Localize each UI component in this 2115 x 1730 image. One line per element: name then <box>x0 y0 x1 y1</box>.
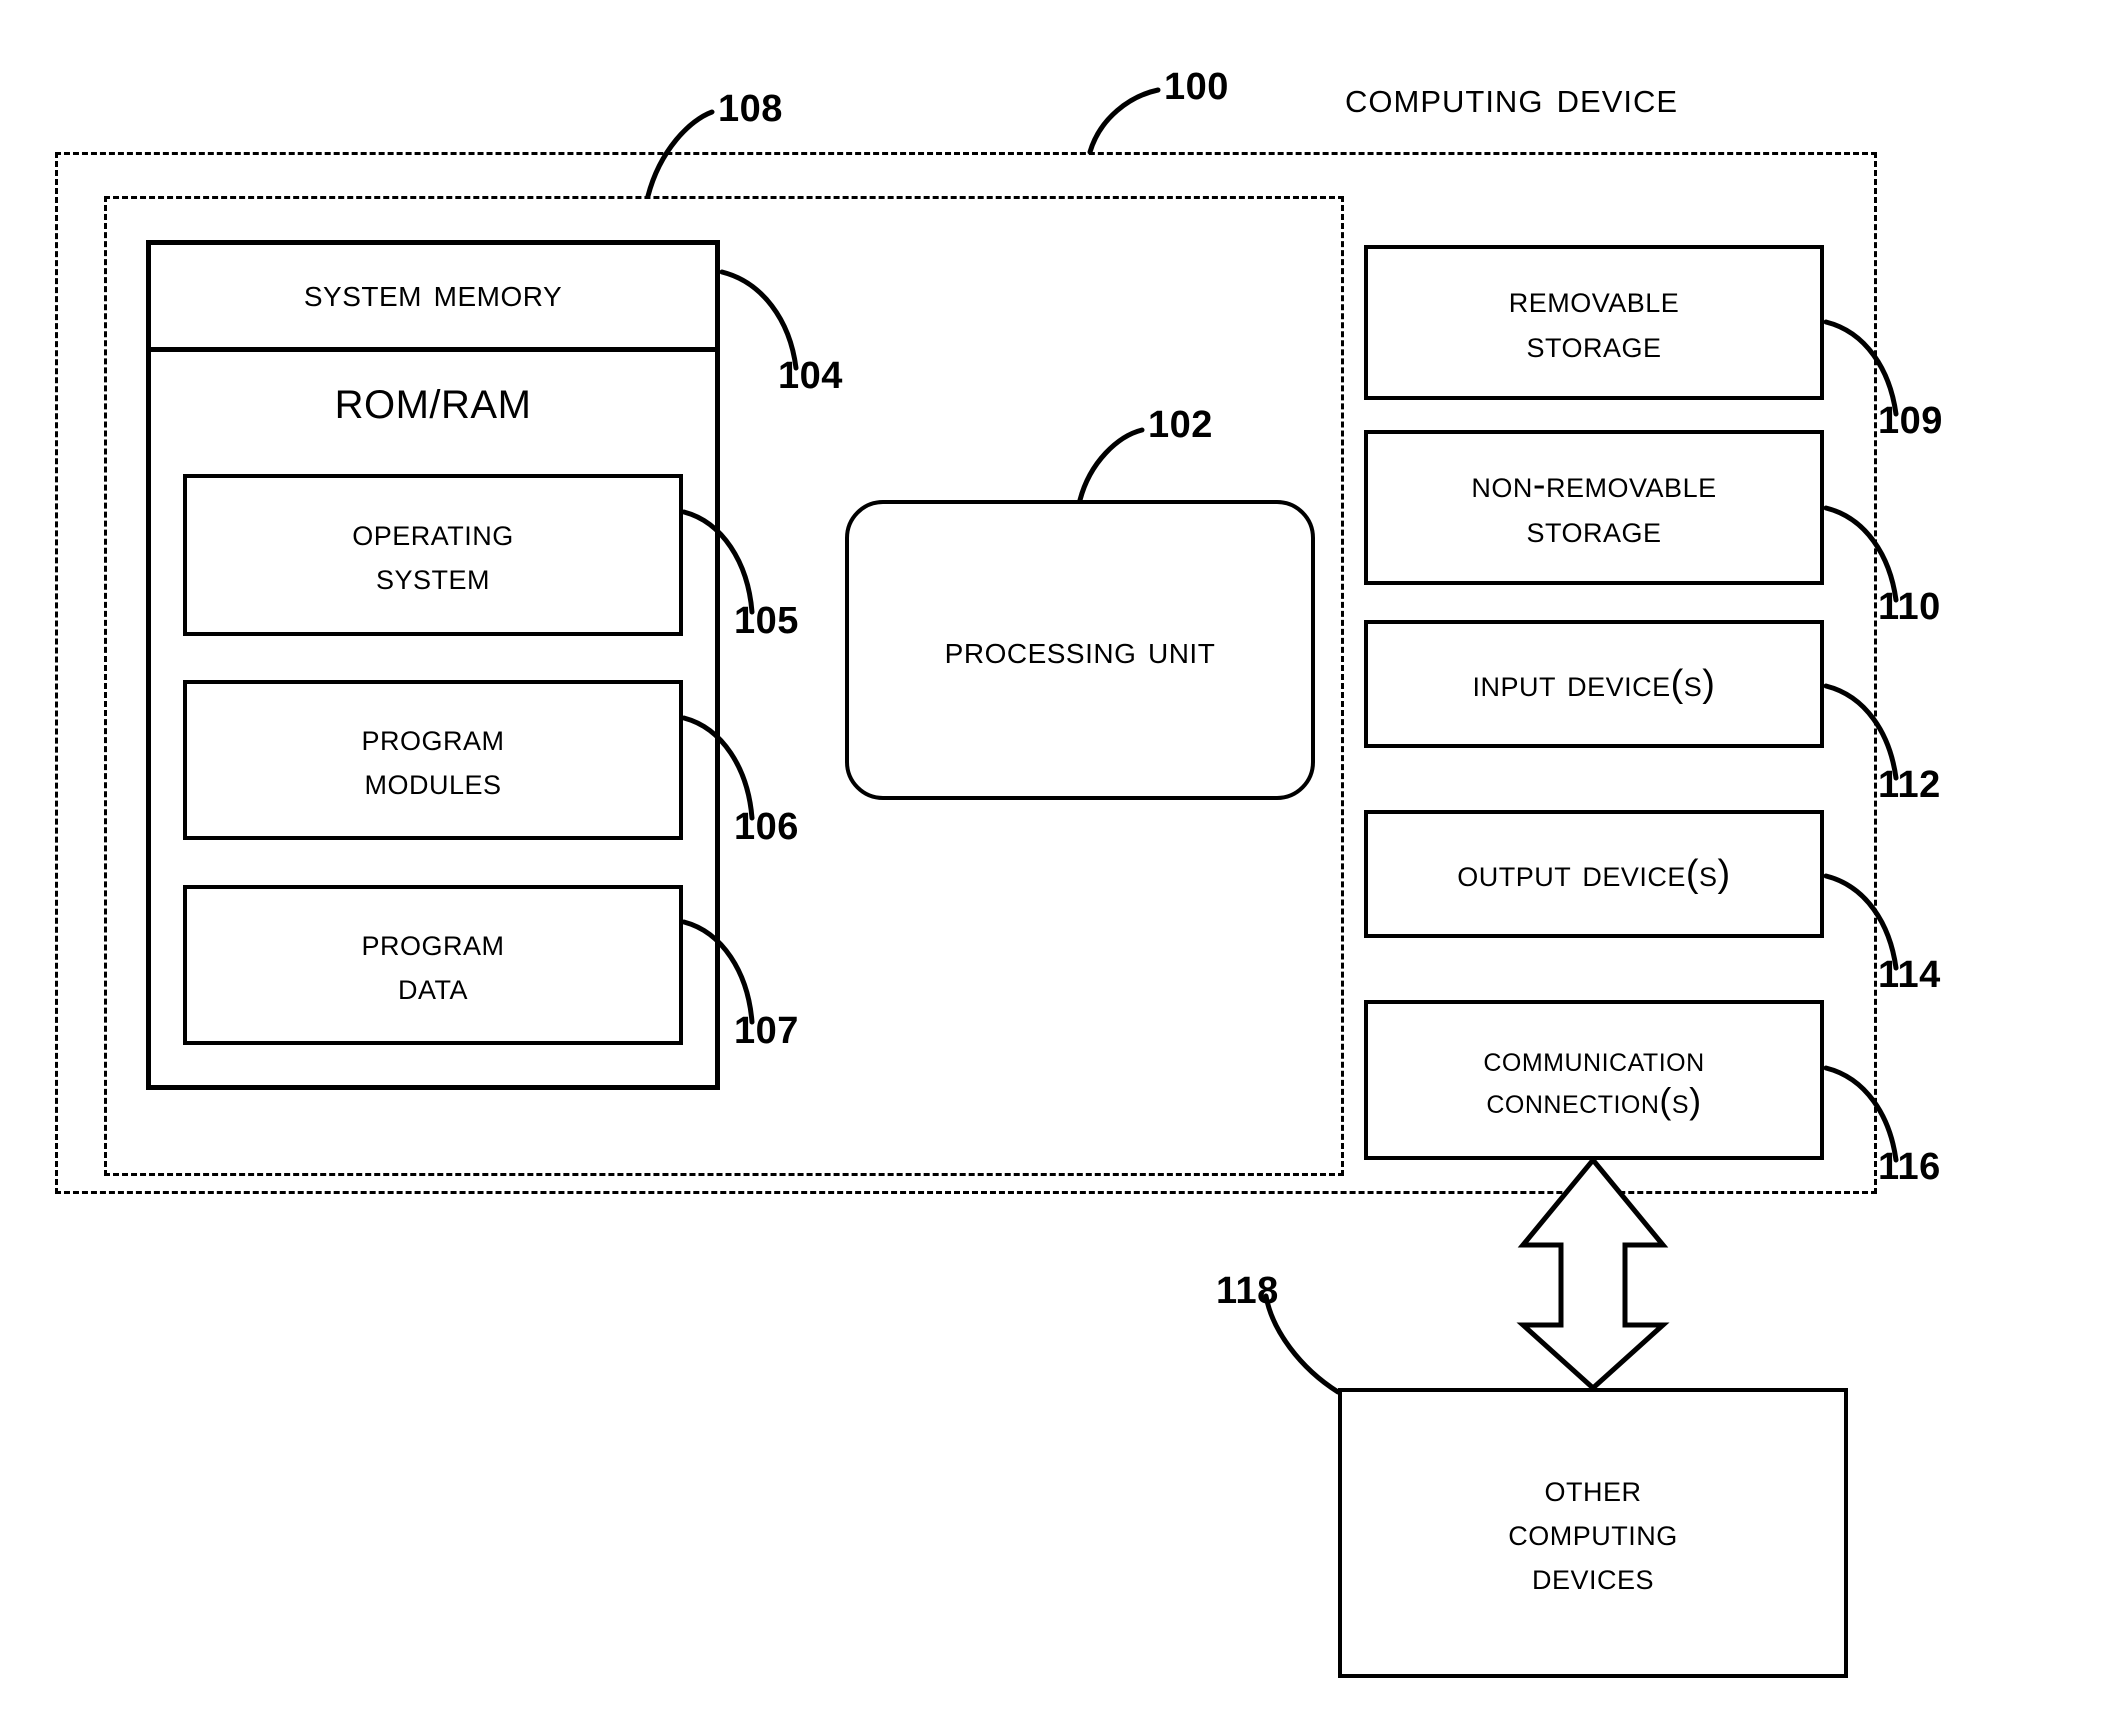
program-modules-label-line2: Modules <box>364 761 502 803</box>
other-computing-devices-label: Other Computing Devices <box>1508 1467 1678 1599</box>
other-computing-devices-label-line2: Computing <box>1508 1511 1678 1554</box>
other-computing-devices-label-line3: Devices <box>1531 1556 1655 1599</box>
ref-112: 112 <box>1878 764 1941 806</box>
program-data-label-line1: Program <box>361 921 505 964</box>
processing-unit-box: Processing Unit <box>845 500 1315 800</box>
rom-ram-region: ROM/RAM <box>146 360 720 450</box>
ref-104: 104 <box>778 355 843 397</box>
operating-system-box: Operating System <box>183 474 683 636</box>
operating-system-label: Operating System <box>352 511 514 599</box>
non-removable-storage-label-line1: Non-Removable <box>1471 464 1717 507</box>
communication-connections-label-line2: Connection(s) <box>1486 1080 1702 1121</box>
program-data-label: Program Data <box>361 921 504 1009</box>
input-devices-box: Input Device(s) <box>1364 620 1824 748</box>
ref-118: 118 <box>1216 1270 1279 1312</box>
program-modules-label: Program Modules <box>361 716 504 804</box>
output-devices-box: Output Device(s) <box>1364 810 1824 938</box>
other-computing-devices-box: Other Computing Devices <box>1338 1388 1848 1678</box>
non-removable-storage-label: Non-Removable Storage <box>1471 463 1716 551</box>
ref-102: 102 <box>1148 404 1213 446</box>
non-removable-storage-label-line2: Storage <box>1526 508 1662 551</box>
system-memory-label: System Memory <box>303 271 563 316</box>
non-removable-storage-box: Non-Removable Storage <box>1364 430 1824 585</box>
ref-106: 106 <box>734 806 799 848</box>
communication-connections-label: Communication Connection(s) <box>1483 1038 1704 1122</box>
operating-system-label-line1: Operating <box>352 511 514 554</box>
processing-unit-label: Processing Unit <box>944 627 1216 672</box>
rom-ram-label: ROM/RAM <box>334 383 532 427</box>
ref-110: 110 <box>1878 586 1941 628</box>
ref-114: 114 <box>1878 954 1941 996</box>
leader-100 <box>1087 87 1161 155</box>
ref-116: 116 <box>1878 1146 1941 1188</box>
communication-connections-label-line1: Communication <box>1483 1038 1705 1080</box>
figure-canvas: Computing Device System Memory ROM/RAM O… <box>0 0 2115 1730</box>
ref-107: 107 <box>734 1010 799 1052</box>
figure-title: Computing Device <box>1345 73 1679 122</box>
input-devices-label: Input Device(s) <box>1472 662 1716 705</box>
ref-105: 105 <box>734 600 799 642</box>
program-data-label-line2: Data <box>397 966 468 1008</box>
ref-109: 109 <box>1878 400 1943 442</box>
removable-storage-box: Removable Storage <box>1364 245 1824 400</box>
removable-storage-label: Removable Storage <box>1509 278 1680 366</box>
removable-storage-label-line2: Storage <box>1526 323 1662 366</box>
system-memory-header: System Memory <box>146 240 720 352</box>
operating-system-label-line2: System <box>375 556 491 598</box>
ref-100: 100 <box>1164 66 1229 108</box>
communication-connections-box: Communication Connection(s) <box>1364 1000 1824 1160</box>
program-modules-label-line1: Program <box>361 716 505 759</box>
removable-storage-label-line1: Removable <box>1508 279 1680 322</box>
bidirectional-arrow <box>1516 1156 1670 1392</box>
output-devices-label: Output Device(s) <box>1457 852 1731 895</box>
other-computing-devices-label-line1: Other <box>1544 1467 1642 1510</box>
program-modules-box: Program Modules <box>183 680 683 840</box>
program-data-box: Program Data <box>183 885 683 1045</box>
ref-108: 108 <box>718 88 783 130</box>
